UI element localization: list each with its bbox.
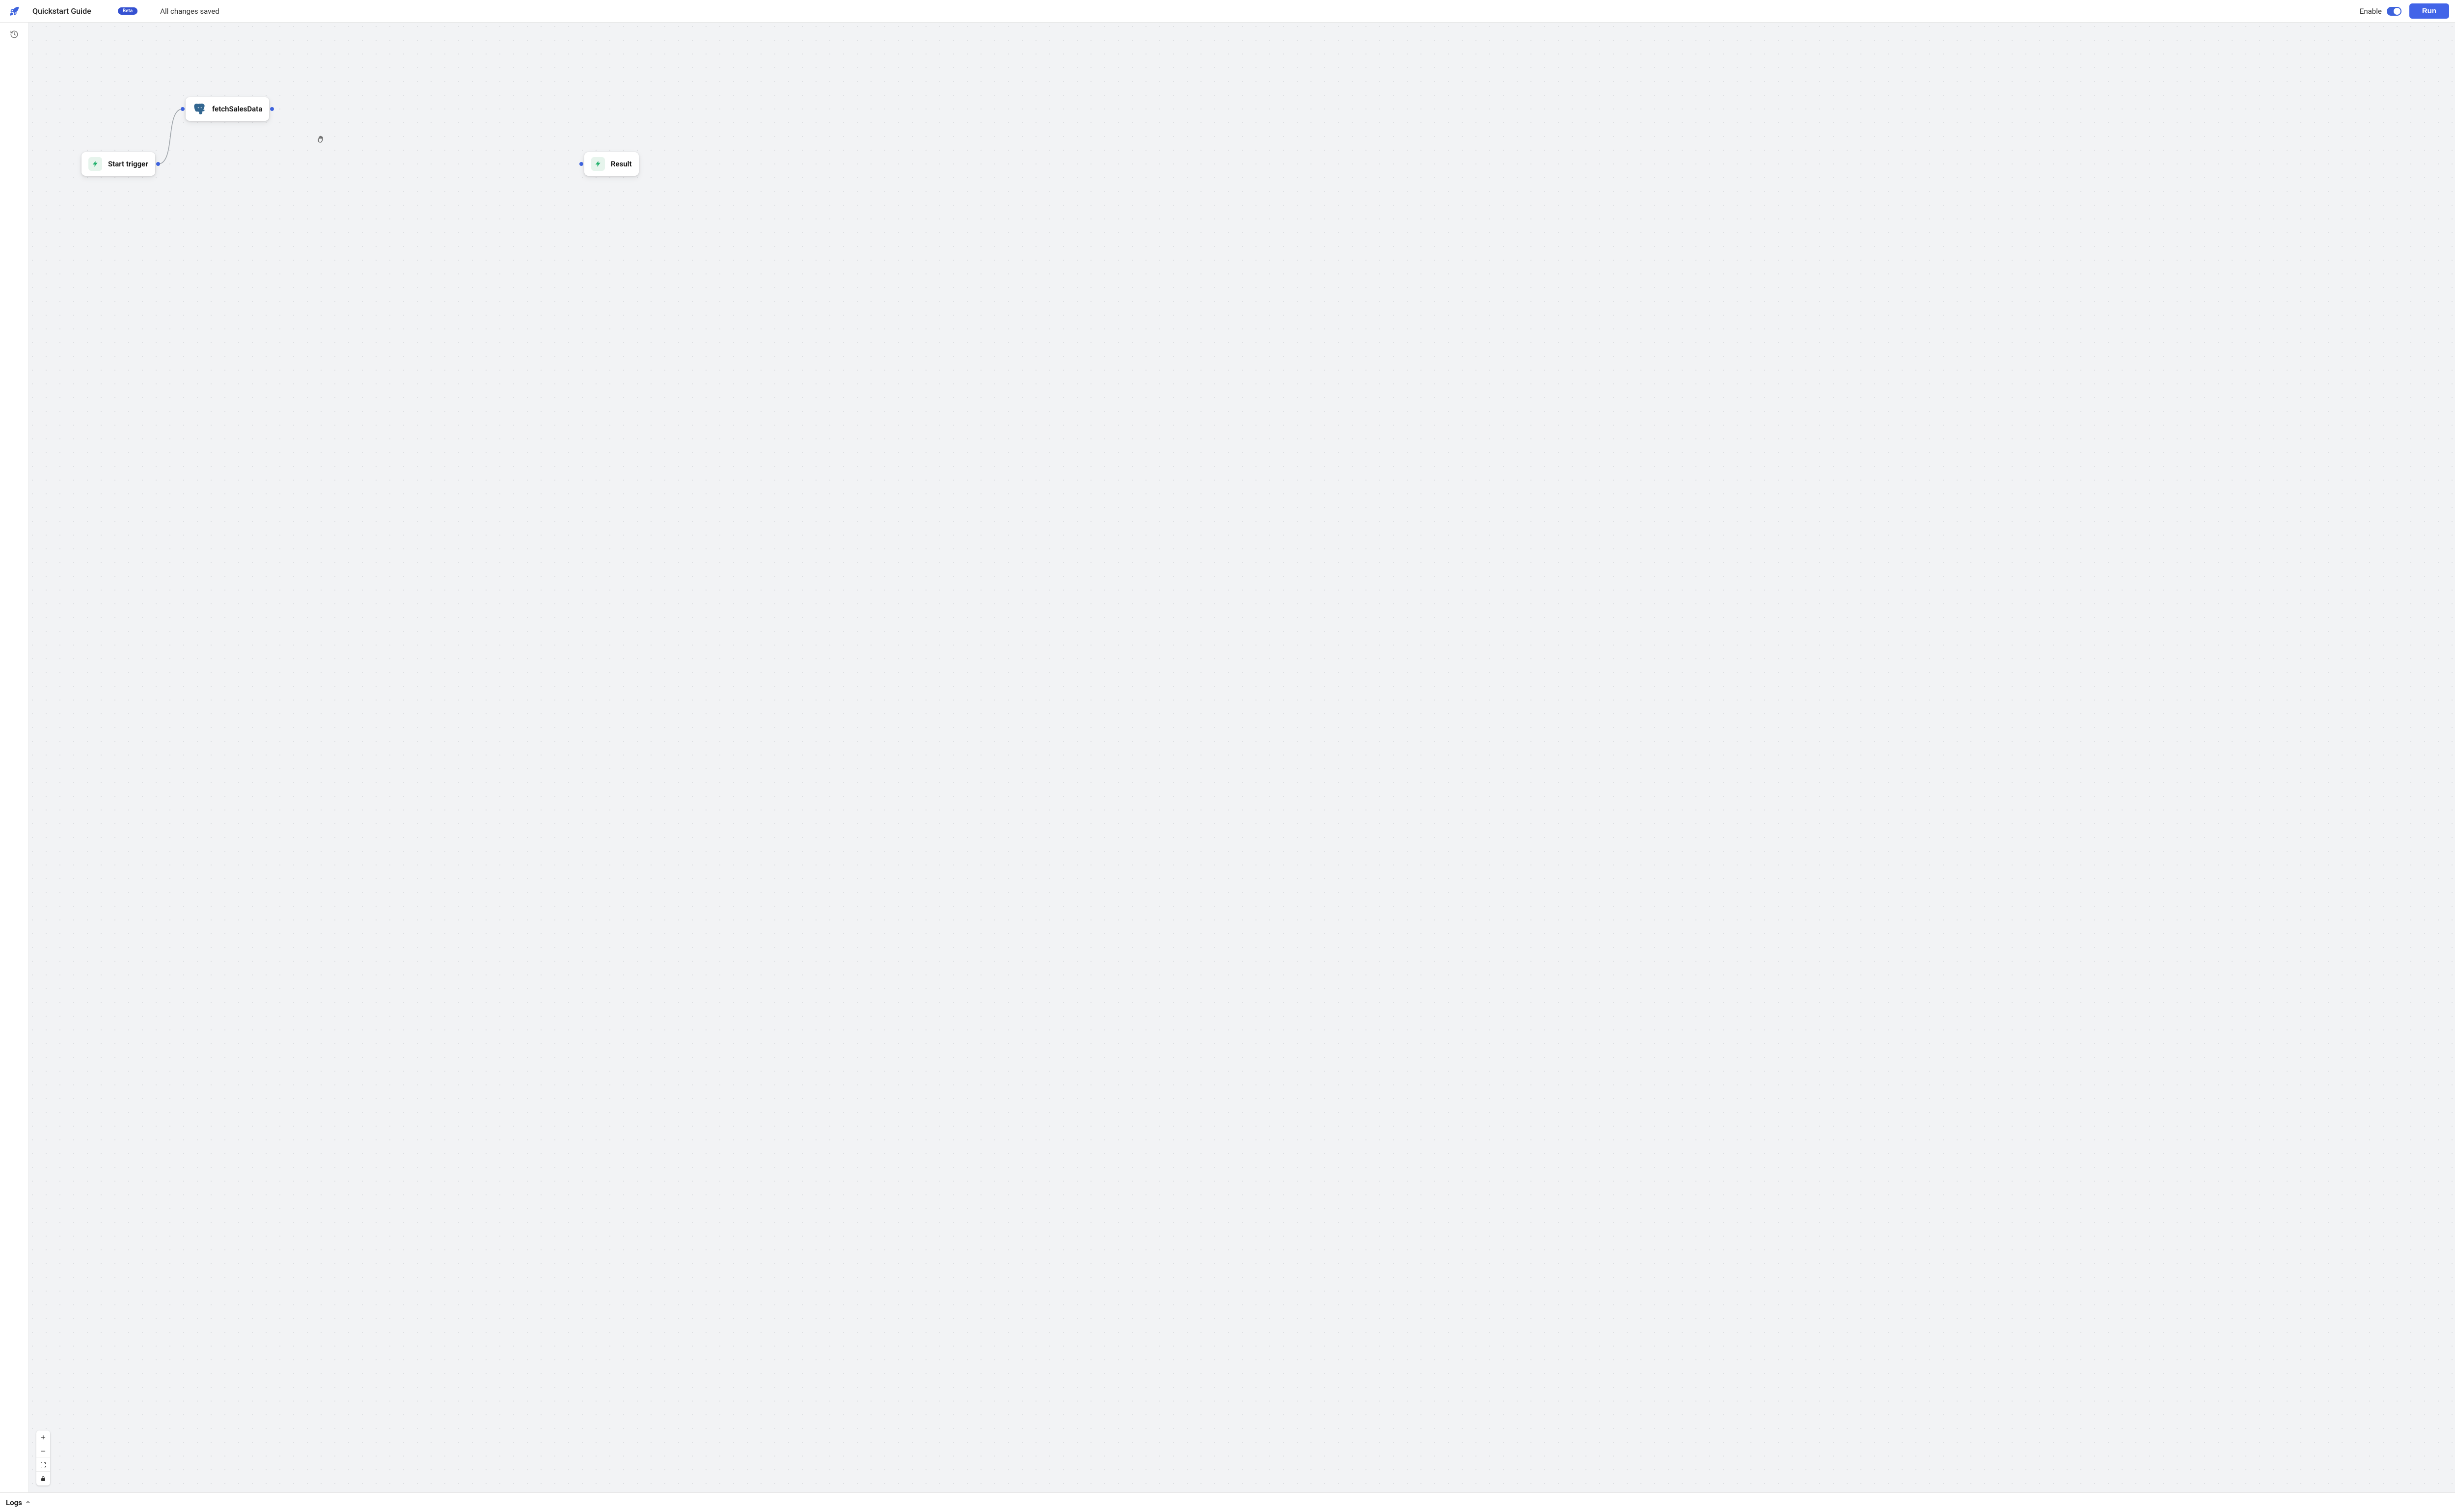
header-left: Quickstart Guide Beta All changes saved bbox=[9, 6, 219, 17]
logs-panel-toggle[interactable]: Logs bbox=[0, 1492, 2455, 1512]
save-status: All changes saved bbox=[160, 7, 219, 16]
enable-label: Enable bbox=[2360, 7, 2382, 16]
workflow-canvas[interactable]: Start trigger fetchSalesData Result bbox=[28, 23, 2455, 1492]
fit-screen-button[interactable] bbox=[36, 1458, 50, 1472]
main-area: Start trigger fetchSalesData Result bbox=[0, 23, 2455, 1492]
node-label: fetchSalesData bbox=[212, 105, 262, 113]
side-rail bbox=[0, 23, 28, 1492]
node-label: Result bbox=[611, 160, 632, 168]
run-button[interactable]: Run bbox=[2409, 3, 2449, 19]
grab-cursor-icon bbox=[316, 135, 326, 146]
input-port[interactable] bbox=[181, 107, 185, 111]
lock-button[interactable] bbox=[36, 1472, 50, 1485]
postgres-icon bbox=[192, 102, 206, 116]
rocket-icon[interactable] bbox=[9, 6, 20, 17]
output-port[interactable] bbox=[156, 162, 160, 166]
history-icon[interactable] bbox=[8, 28, 20, 40]
zoom-out-button[interactable] bbox=[36, 1444, 50, 1458]
input-port[interactable] bbox=[579, 162, 583, 166]
page-title[interactable]: Quickstart Guide bbox=[32, 6, 91, 16]
node-label: Start trigger bbox=[108, 160, 148, 168]
bolt-icon bbox=[88, 157, 102, 171]
logs-label: Logs bbox=[6, 1498, 22, 1507]
enable-toggle[interactable] bbox=[2387, 7, 2401, 16]
toggle-knob bbox=[2394, 8, 2400, 15]
zoom-in-button[interactable] bbox=[36, 1431, 50, 1444]
output-port[interactable] bbox=[270, 107, 274, 111]
edge-start-to-fetch bbox=[28, 23, 2455, 1492]
node-fetch-sales-data[interactable]: fetchSalesData bbox=[186, 97, 269, 121]
node-start-trigger[interactable]: Start trigger bbox=[82, 152, 155, 176]
chevron-up-icon bbox=[25, 1498, 31, 1507]
header-right: Enable Run bbox=[2360, 3, 2449, 19]
zoom-controls bbox=[36, 1431, 50, 1485]
node-result[interactable]: Result bbox=[584, 152, 639, 176]
app-header: Quickstart Guide Beta All changes saved … bbox=[0, 0, 2455, 23]
beta-badge: Beta bbox=[118, 7, 137, 15]
bolt-icon bbox=[591, 157, 605, 171]
